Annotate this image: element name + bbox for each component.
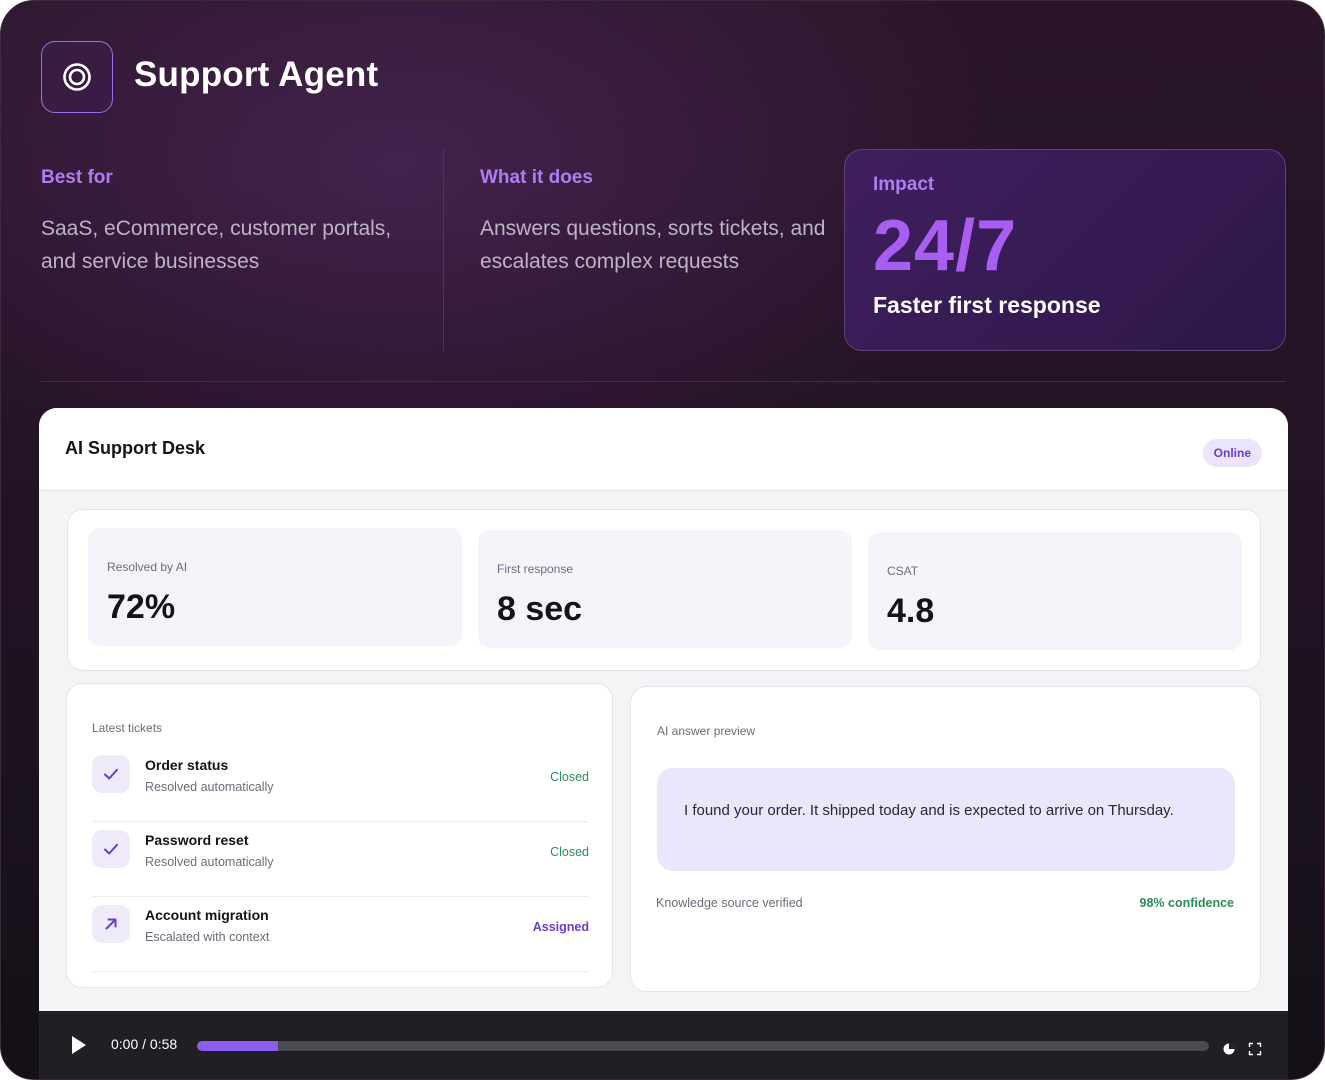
ticket-status: Closed xyxy=(550,845,589,859)
ticket-row[interactable]: Password reset Resolved automatically Cl… xyxy=(92,822,589,897)
play-icon xyxy=(72,1036,86,1054)
stat-value: 72% xyxy=(107,588,176,626)
ticket-detail: Resolved automatically xyxy=(145,855,274,869)
best-for-section: Best for SaaS, eCommerce, customer porta… xyxy=(41,167,431,278)
speed-dial-icon xyxy=(1223,1043,1235,1055)
ticket-row[interactable]: Account migration Escalated with context… xyxy=(92,897,589,972)
column-divider xyxy=(443,149,444,351)
what-it-does-section: What it does Answers questions, sorts ti… xyxy=(480,167,840,278)
ai-answer-preview-panel: AI answer preview I found your order. It… xyxy=(630,686,1261,992)
ticket-name: Password reset xyxy=(145,832,249,848)
tickets-heading: Latest tickets xyxy=(92,721,163,735)
ticket-status: Assigned xyxy=(532,920,589,934)
ticket-name: Account migration xyxy=(145,907,269,923)
impact-heading: Impact xyxy=(873,174,935,195)
what-it-does-text: Answers questions, sorts tickets, and es… xyxy=(480,217,826,273)
ticket-detail: Resolved automatically xyxy=(145,780,274,794)
impact-value: 24/7 xyxy=(873,206,1018,286)
stat-value: 8 sec xyxy=(497,590,583,628)
video-time: 0:00 / 0:58 xyxy=(111,1036,178,1052)
impact-caption: Faster first response xyxy=(873,292,1101,318)
stat-label: First response xyxy=(497,562,574,576)
confidence-score: 98% confidence xyxy=(1139,896,1234,910)
best-for-text: SaaS, eCommerce, customer portals, and s… xyxy=(41,217,392,273)
stat-value: 4.8 xyxy=(887,592,935,630)
logo xyxy=(41,41,113,113)
stats-container: Resolved by AI 72% First response 8 sec … xyxy=(67,509,1261,671)
best-for-heading: Best for xyxy=(41,167,113,188)
desk-header: AI Support Desk Online xyxy=(39,408,1288,491)
fullscreen-button[interactable] xyxy=(1248,1042,1262,1056)
stat-label: CSAT xyxy=(887,564,919,578)
stat-card-first-response: First response 8 sec xyxy=(478,530,852,648)
target-ring-icon xyxy=(63,63,91,91)
ticket-status: Closed xyxy=(550,770,589,784)
stat-card-resolved: Resolved by AI 72% xyxy=(88,528,462,646)
section-divider xyxy=(41,381,1286,382)
answer-bubble: I found your order. It shipped today and… xyxy=(657,768,1235,871)
source-status: Knowledge source verified xyxy=(656,896,803,910)
preview-heading: AI answer preview xyxy=(657,724,756,738)
check-icon xyxy=(92,755,130,793)
what-it-does-heading: What it does xyxy=(480,167,593,188)
support-desk-panel: AI Support Desk Online Resolved by AI 72… xyxy=(39,408,1288,1079)
check-icon xyxy=(92,830,130,868)
video-progress-fill xyxy=(197,1041,278,1051)
app-frame: Support Agent Best for SaaS, eCommerce, … xyxy=(0,0,1325,1080)
stat-card-csat: CSAT 4.8 xyxy=(868,532,1242,650)
ticket-row[interactable]: Order status Resolved automatically Clos… xyxy=(92,747,589,822)
latest-tickets-panel: Latest tickets Order status Resolved aut… xyxy=(66,683,613,988)
arrow-up-right-icon xyxy=(92,905,130,943)
impact-card: Impact 24/7 Faster first response xyxy=(844,149,1286,351)
fullscreen-icon xyxy=(1248,1042,1262,1056)
video-progress-bar[interactable] xyxy=(197,1041,1209,1051)
ticket-detail: Escalated with context xyxy=(145,930,270,944)
playback-speed-button[interactable] xyxy=(1222,1042,1236,1056)
status-badge: Online xyxy=(1202,439,1262,467)
play-button[interactable] xyxy=(71,1035,87,1055)
ticket-name: Order status xyxy=(145,757,229,773)
page-title: Support Agent xyxy=(134,55,379,94)
video-controls: 0:00 / 0:58 xyxy=(39,1011,1288,1079)
desk-title: AI Support Desk xyxy=(65,438,206,458)
stat-label: Resolved by AI xyxy=(107,560,188,574)
